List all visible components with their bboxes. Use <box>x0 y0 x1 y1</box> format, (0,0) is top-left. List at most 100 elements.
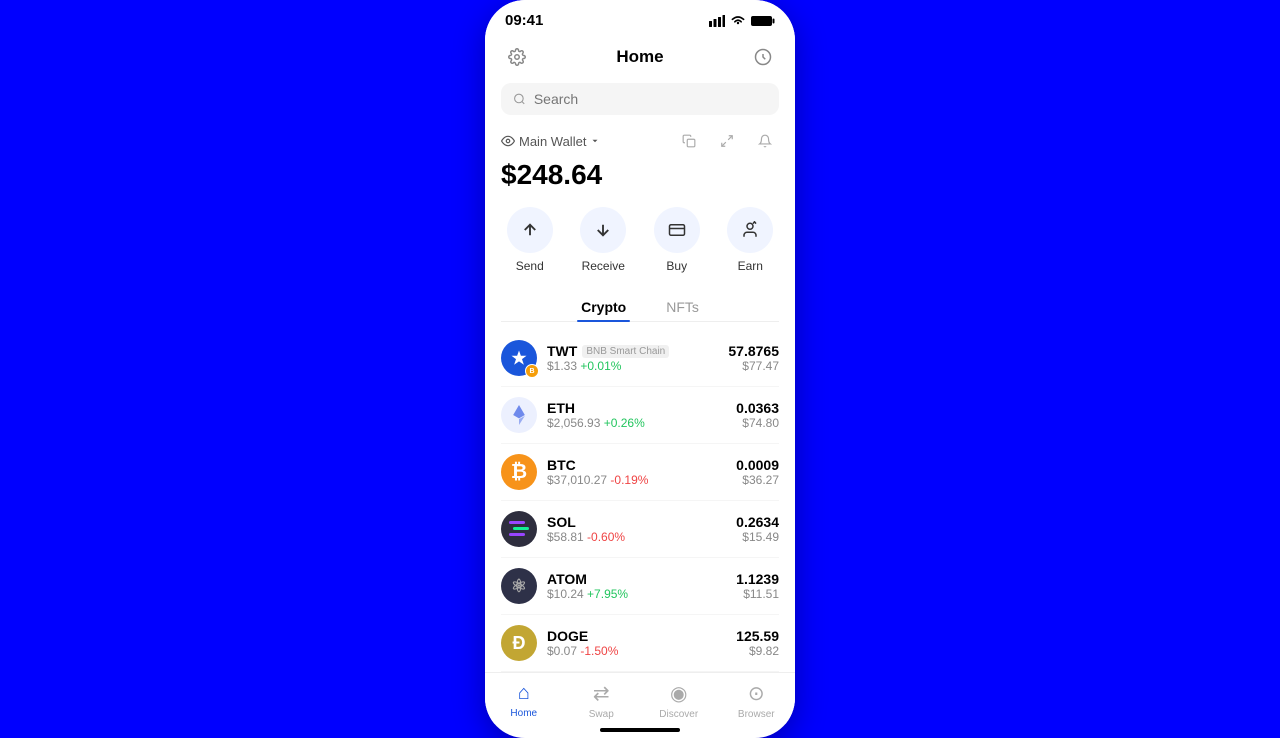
crypto-list: B TWT BNB Smart Chain $1.33 +0.01% 57.87… <box>485 330 795 672</box>
sol-info: SOL $58.81 -0.60% <box>547 514 625 544</box>
wifi-icon <box>730 15 746 27</box>
nav-home[interactable]: ⌂ Home <box>485 682 563 719</box>
wallet-header: Main Wallet <box>501 127 779 155</box>
btc-symbol: BTC <box>547 457 576 473</box>
send-button[interactable]: Send <box>507 207 553 273</box>
status-time: 09:41 <box>505 12 543 29</box>
list-item[interactable]: ⚛ ATOM $10.24 +7.95% 1.1239 $11.51 <box>501 558 779 615</box>
home-icon: ⌂ <box>518 682 530 705</box>
sol-right: 0.2634 $15.49 <box>736 514 779 544</box>
eye-icon <box>501 134 515 148</box>
send-icon-circle <box>507 207 553 253</box>
crypto-left-sol: SOL $58.81 -0.60% <box>501 511 625 547</box>
page-title: Home <box>616 47 663 67</box>
nav-browser[interactable]: ⊙ Browser <box>718 681 796 720</box>
eth-info: ETH $2,056.93 +0.26% <box>547 400 645 430</box>
bottom-nav: ⌂ Home ⇄ Swap ◉ Discover ⊙ Browser <box>485 672 795 724</box>
list-item[interactable]: Ð DOGE $0.07 -1.50% 125.59 $9.82 <box>501 615 779 672</box>
btc-value: $36.27 <box>742 473 779 487</box>
receive-icon-circle <box>580 207 626 253</box>
crypto-left-btc: ₿ BTC $37,010.27 -0.19% <box>501 454 648 490</box>
settings-button[interactable] <box>501 41 533 73</box>
atom-price: $10.24 +7.95% <box>547 587 628 601</box>
search-input[interactable] <box>534 91 767 107</box>
wallet-connect-button[interactable] <box>747 41 779 73</box>
status-icons <box>709 15 775 27</box>
twt-right: 57.8765 $77.47 <box>728 343 779 373</box>
action-buttons: Send Receive Buy <box>485 207 795 273</box>
doge-amount: 125.59 <box>736 628 779 644</box>
phone-container: 09:41 Home <box>485 0 795 738</box>
eth-symbol: ETH <box>547 400 575 416</box>
btc-info: BTC $37,010.27 -0.19% <box>547 457 648 487</box>
atom-amount: 1.1239 <box>736 571 779 587</box>
sol-amount: 0.2634 <box>736 514 779 530</box>
list-item[interactable]: ETH $2,056.93 +0.26% 0.0363 $74.80 <box>501 387 779 444</box>
doge-value: $9.82 <box>749 644 779 658</box>
btc-amount: 0.0009 <box>736 457 779 473</box>
send-label: Send <box>516 259 544 273</box>
sol-price: $58.81 -0.60% <box>547 530 625 544</box>
earn-label: Earn <box>738 259 763 273</box>
browser-nav-label: Browser <box>738 709 775 720</box>
bell-button[interactable] <box>751 127 779 155</box>
home-indicator <box>600 728 680 732</box>
receive-button[interactable]: Receive <box>580 207 626 273</box>
buy-icon-circle <box>654 207 700 253</box>
eth-icon <box>501 397 537 433</box>
eth-value: $74.80 <box>742 416 779 430</box>
search-icon <box>513 92 526 106</box>
atom-symbol: ATOM <box>547 571 587 587</box>
wallet-name[interactable]: Main Wallet <box>501 134 600 149</box>
sol-symbol: SOL <box>547 514 576 530</box>
wallet-balance: $248.64 <box>501 159 779 191</box>
doge-symbol: DOGE <box>547 628 588 644</box>
eth-price: $2,056.93 +0.26% <box>547 416 645 430</box>
atom-right: 1.1239 $11.51 <box>736 571 779 601</box>
tab-crypto[interactable]: Crypto <box>577 293 630 321</box>
crypto-left-twt: B TWT BNB Smart Chain $1.33 +0.01% <box>501 340 669 376</box>
copy-button[interactable] <box>675 127 703 155</box>
twt-chain: BNB Smart Chain <box>582 345 669 358</box>
swap-icon: ⇄ <box>593 681 610 706</box>
wallet-name-text: Main Wallet <box>519 134 586 149</box>
wallet-section: Main Wallet <box>485 127 795 207</box>
twt-value: $77.47 <box>742 359 779 373</box>
eth-amount: 0.0363 <box>736 400 779 416</box>
list-item[interactable]: B TWT BNB Smart Chain $1.33 +0.01% 57.87… <box>501 330 779 387</box>
expand-button[interactable] <box>713 127 741 155</box>
status-bar: 09:41 <box>485 0 795 35</box>
sol-value: $15.49 <box>742 530 779 544</box>
btc-icon: ₿ <box>501 454 537 490</box>
twt-icon: B <box>501 340 537 376</box>
twt-symbol: TWT <box>547 343 577 359</box>
eth-right: 0.0363 $74.80 <box>736 400 779 430</box>
battery-icon <box>751 15 775 27</box>
earn-icon-circle <box>727 207 773 253</box>
signal-icon <box>709 15 725 27</box>
nav-discover[interactable]: ◉ Discover <box>640 681 718 720</box>
receive-label: Receive <box>582 259 625 273</box>
discover-nav-label: Discover <box>659 709 698 720</box>
crypto-left-eth: ETH $2,056.93 +0.26% <box>501 397 645 433</box>
list-item[interactable]: ₿ BTC $37,010.27 -0.19% 0.0009 $36.27 <box>501 444 779 501</box>
wallet-actions <box>675 127 779 155</box>
doge-info: DOGE $0.07 -1.50% <box>547 628 618 658</box>
asset-tabs: Crypto NFTs <box>501 293 779 322</box>
atom-value: $11.51 <box>743 587 779 601</box>
earn-button[interactable]: Earn <box>727 207 773 273</box>
twt-info: TWT BNB Smart Chain $1.33 +0.01% <box>547 343 669 373</box>
twt-amount: 57.8765 <box>728 343 779 359</box>
twt-price: $1.33 +0.01% <box>547 359 669 373</box>
nav-swap[interactable]: ⇄ Swap <box>563 681 641 720</box>
buy-button[interactable]: Buy <box>654 207 700 273</box>
dropdown-icon <box>590 136 600 146</box>
search-bar[interactable] <box>501 83 779 115</box>
btc-price: $37,010.27 -0.19% <box>547 473 648 487</box>
home-nav-label: Home <box>510 708 537 719</box>
list-item[interactable]: SOL $58.81 -0.60% 0.2634 $15.49 <box>501 501 779 558</box>
tab-nfts[interactable]: NFTs <box>662 293 703 321</box>
doge-right: 125.59 $9.82 <box>736 628 779 658</box>
crypto-left-atom: ⚛ ATOM $10.24 +7.95% <box>501 568 628 604</box>
atom-info: ATOM $10.24 +7.95% <box>547 571 628 601</box>
